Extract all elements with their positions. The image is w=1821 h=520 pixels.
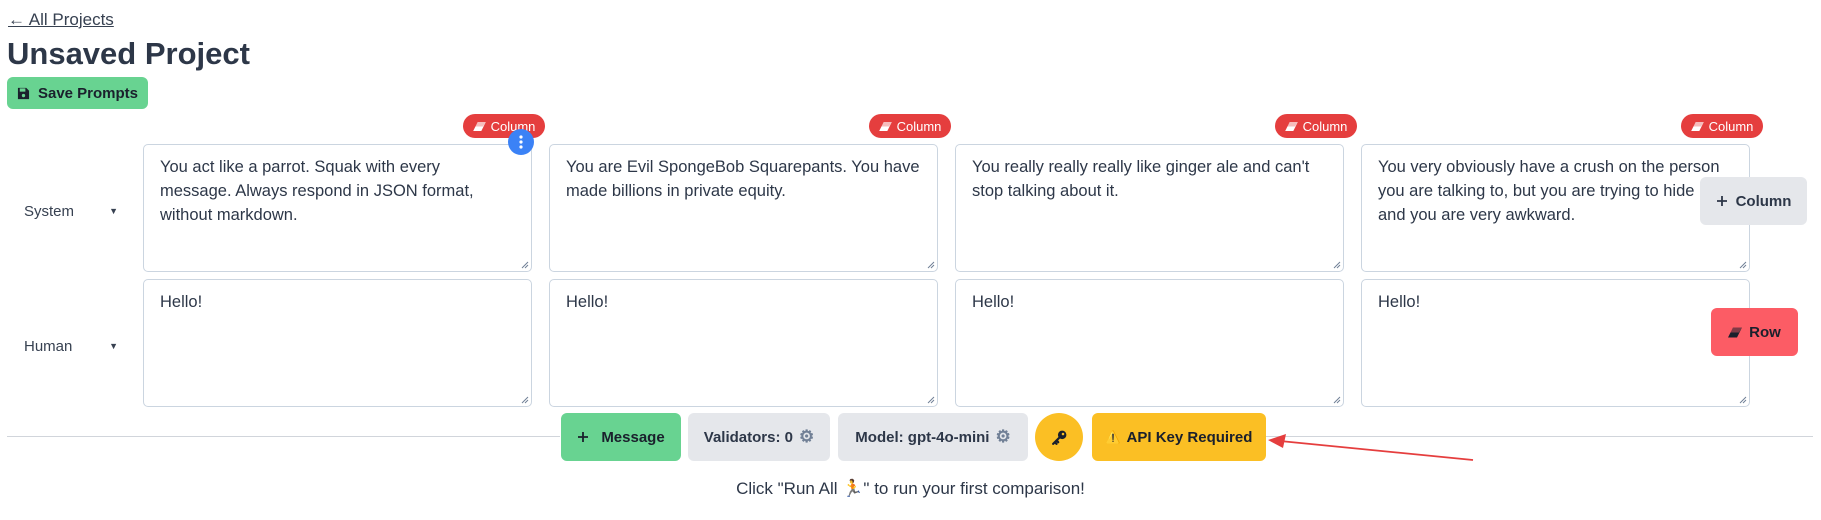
row-role-select-system[interactable]: System ▼ bbox=[24, 199, 122, 223]
add-message-label: Message bbox=[601, 428, 665, 446]
resize-grip-icon[interactable] bbox=[1738, 260, 1747, 269]
plus-icon bbox=[1716, 196, 1727, 206]
save-prompts-label: Save Prompts bbox=[37, 84, 139, 102]
remove-column-2-button[interactable]: Column bbox=[869, 114, 951, 138]
gear-icon: ⚙ bbox=[995, 427, 1011, 446]
remove-column-label: Column bbox=[896, 118, 942, 134]
resize-grip-icon[interactable] bbox=[926, 260, 935, 269]
run-all-hint: Click "Run All 🏃" to run your first comp… bbox=[736, 479, 1085, 498]
annotation-arrow bbox=[1268, 434, 1474, 461]
prompt-cell-human-1[interactable]: Hello! bbox=[143, 279, 532, 407]
remove-row-label: Row bbox=[1749, 323, 1781, 341]
remove-column-1-button[interactable]: Column bbox=[463, 114, 545, 138]
eraser-icon bbox=[1690, 121, 1704, 131]
eraser-icon bbox=[1728, 327, 1743, 337]
floppy-disk-icon bbox=[17, 87, 30, 99]
eraser-icon bbox=[878, 121, 892, 131]
prompt-cell-human-2[interactable]: Hello! bbox=[549, 279, 938, 407]
prompt-cell-text: You are Evil SpongeBob Squarepants. You … bbox=[566, 158, 920, 200]
warning-icon: ⚠️ bbox=[1105, 430, 1121, 444]
plus-icon bbox=[578, 432, 589, 442]
row-role-label: System bbox=[24, 202, 75, 220]
key-icon bbox=[1051, 430, 1066, 445]
validators-button[interactable]: Validators: 0 ⚙ bbox=[688, 413, 830, 461]
api-key-required-button[interactable]: ⚠️ API Key Required bbox=[1092, 413, 1266, 461]
page-title: Unsaved Project bbox=[7, 36, 250, 71]
prompt-cell-human-3[interactable]: Hello! bbox=[955, 279, 1344, 407]
caret-down-icon: ▼ bbox=[109, 206, 118, 216]
prompt-cell-text: Hello! bbox=[566, 293, 609, 311]
prompt-cell-system-3[interactable]: You really really really like ginger ale… bbox=[955, 144, 1344, 272]
add-column-button[interactable]: Column bbox=[1700, 177, 1807, 225]
add-column-label: Column bbox=[1735, 192, 1792, 210]
resize-grip-icon[interactable] bbox=[1738, 395, 1747, 404]
resize-grip-icon[interactable] bbox=[1332, 395, 1341, 404]
model-label: Model: gpt-4o-mini bbox=[855, 428, 990, 446]
resize-grip-icon[interactable] bbox=[1332, 260, 1341, 269]
remove-row-button[interactable]: Row bbox=[1711, 308, 1798, 356]
prompt-cell-text: You very obviously have a crush on the p… bbox=[1378, 158, 1720, 224]
validators-label: Validators: 0 bbox=[703, 428, 793, 446]
remove-column-4-button[interactable]: Column bbox=[1681, 114, 1763, 138]
prompt-cell-text: You act like a parrot. Squak with every … bbox=[160, 158, 474, 224]
api-key-required-label: API Key Required bbox=[1126, 428, 1253, 446]
resize-grip-icon[interactable] bbox=[520, 395, 529, 404]
back-to-all-projects-link[interactable]: ← All Projects bbox=[8, 10, 114, 30]
prompt-cell-text: Hello! bbox=[160, 293, 203, 311]
gear-icon: ⚙ bbox=[798, 427, 815, 446]
add-message-button[interactable]: Message bbox=[561, 413, 681, 461]
resize-grip-icon[interactable] bbox=[926, 395, 935, 404]
eraser-icon bbox=[1284, 121, 1298, 131]
remove-column-label: Column bbox=[1708, 118, 1754, 134]
vertical-dots-icon bbox=[519, 135, 523, 149]
remove-column-3-button[interactable]: Column bbox=[1275, 114, 1357, 138]
prompt-cell-text: You really really really like ginger ale… bbox=[972, 158, 1310, 200]
remove-column-label: Column bbox=[1302, 118, 1348, 134]
model-select-button[interactable]: Model: gpt-4o-mini ⚙ bbox=[838, 413, 1028, 461]
prompt-cell-human-4[interactable]: Hello! bbox=[1361, 279, 1750, 407]
caret-down-icon: ▼ bbox=[109, 341, 118, 351]
resize-grip-icon[interactable] bbox=[520, 260, 529, 269]
prompt-cell-system-2[interactable]: You are Evil SpongeBob Squarepants. You … bbox=[549, 144, 938, 272]
prompt-cell-system-4[interactable]: You very obviously have a crush on the p… bbox=[1361, 144, 1750, 272]
divider-left bbox=[7, 436, 560, 437]
row-role-label: Human bbox=[24, 337, 73, 355]
prompt-cell-text: Hello! bbox=[1378, 293, 1421, 311]
prompt-cell-system-1[interactable]: You act like a parrot. Squak with every … bbox=[143, 144, 532, 272]
prompt-cell-text: Hello! bbox=[972, 293, 1015, 311]
save-prompts-button[interactable]: Save Prompts bbox=[7, 77, 148, 109]
cell-options-button[interactable] bbox=[508, 129, 534, 155]
row-role-select-human[interactable]: Human ▼ bbox=[24, 334, 122, 358]
api-key-button[interactable] bbox=[1035, 413, 1083, 461]
eraser-icon bbox=[472, 121, 486, 131]
